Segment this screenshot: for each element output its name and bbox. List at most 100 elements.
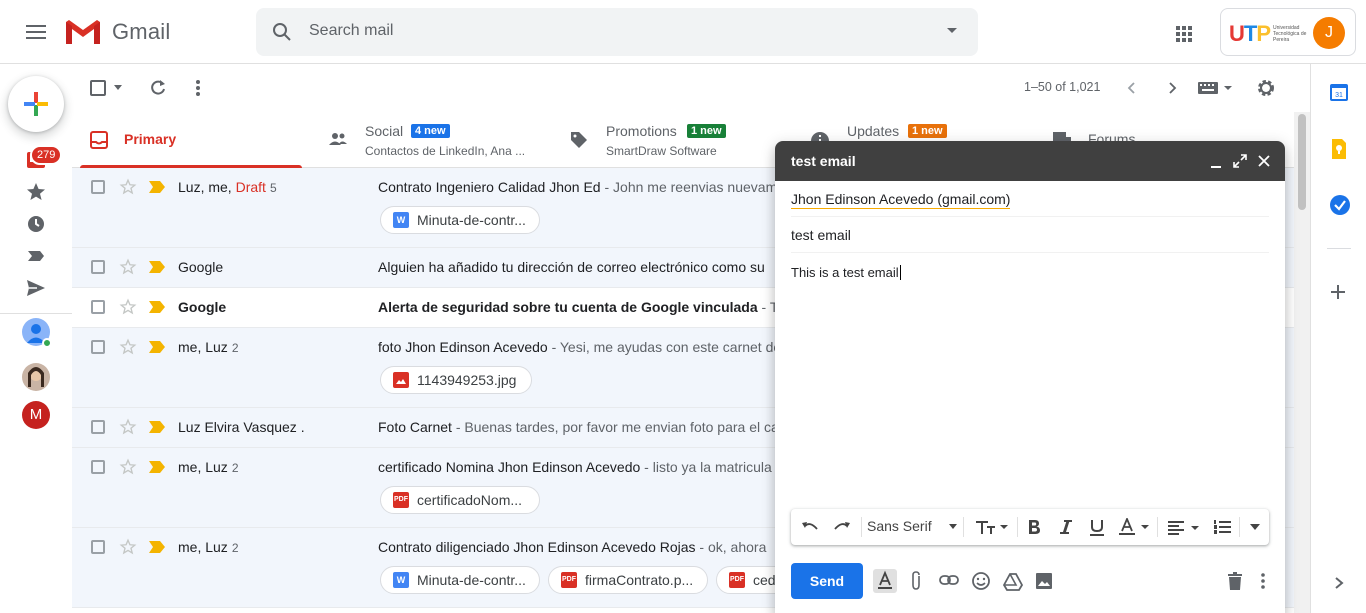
- attach-file-icon[interactable]: [909, 571, 923, 591]
- input-tools-icon[interactable]: [1198, 81, 1232, 95]
- star-icon[interactable]: [119, 418, 137, 436]
- select-all-checkbox[interactable]: [90, 80, 106, 96]
- minimize-icon[interactable]: [1209, 155, 1223, 169]
- importance-marker-icon[interactable]: [149, 301, 165, 313]
- list-scrollbar[interactable]: [1294, 112, 1310, 613]
- tab-updates-badge: 1 new: [908, 124, 947, 138]
- compose-header[interactable]: test email: [775, 141, 1285, 181]
- align-icon[interactable]: [1167, 519, 1201, 535]
- attachment-chip[interactable]: W Minuta-de-contr...: [380, 566, 540, 594]
- tab-primary[interactable]: Primary: [72, 112, 312, 168]
- keep-icon[interactable]: [1330, 138, 1348, 160]
- compose-button[interactable]: [8, 76, 64, 132]
- text-color-icon[interactable]: [1119, 518, 1151, 536]
- email-sender: Google: [178, 259, 224, 275]
- sent-icon[interactable]: [24, 276, 48, 300]
- plus-icon: [24, 92, 48, 116]
- bold-icon[interactable]: [1027, 519, 1041, 535]
- attachment-chip[interactable]: W Minuta-de-contr...: [380, 206, 540, 234]
- font-family-select[interactable]: Sans Serif: [867, 518, 932, 534]
- star-icon[interactable]: [119, 538, 137, 556]
- tab-updates-label: Updates: [847, 123, 900, 139]
- pdf-file-icon: PDF: [561, 572, 577, 588]
- more-options-icon[interactable]: [1257, 572, 1269, 590]
- importance-marker-icon[interactable]: [149, 181, 165, 193]
- subject-field[interactable]: test email: [791, 217, 1269, 253]
- redo-icon[interactable]: [833, 519, 851, 535]
- importance-marker-icon[interactable]: [149, 541, 165, 553]
- tasks-icon[interactable]: [1329, 194, 1351, 216]
- settings-gear-icon[interactable]: [1256, 78, 1276, 98]
- pagination-text: 1–50 of 1,021: [1024, 80, 1101, 94]
- gmail-logo[interactable]: Gmail: [64, 16, 170, 48]
- close-icon[interactable]: [1257, 154, 1271, 168]
- account-switcher[interactable]: UTP Universidad Tecnológica de Pereira J: [1220, 8, 1356, 56]
- insert-link-icon[interactable]: [939, 573, 959, 587]
- row-checkbox[interactable]: [91, 300, 105, 314]
- search-bar[interactable]: Search mail: [256, 8, 978, 56]
- expand-panel-icon[interactable]: [1333, 576, 1345, 590]
- star-icon[interactable]: [119, 298, 137, 316]
- recipient-field[interactable]: Jhon Edinson Acevedo (gmail.com): [791, 181, 1269, 217]
- font-dropdown-icon[interactable]: [949, 524, 957, 529]
- importance-marker-icon[interactable]: [149, 461, 165, 473]
- undo-icon[interactable]: [801, 519, 819, 535]
- scrollbar-thumb[interactable]: [1298, 114, 1306, 210]
- row-checkbox[interactable]: [91, 460, 105, 474]
- compose-title: test email: [791, 153, 856, 169]
- tab-promotions[interactable]: Promotions 1 new SmartDraw Software: [553, 112, 794, 168]
- row-checkbox[interactable]: [91, 260, 105, 274]
- star-icon[interactable]: [119, 338, 137, 356]
- hangouts-user-avatar[interactable]: [22, 318, 52, 348]
- insert-photo-icon[interactable]: [1035, 572, 1053, 590]
- importance-marker-icon[interactable]: [149, 421, 165, 433]
- recipient-chip[interactable]: Jhon Edinson Acevedo (gmail.com): [791, 191, 1011, 209]
- more-formatting-icon[interactable]: [1250, 524, 1260, 530]
- italic-icon[interactable]: [1059, 519, 1073, 535]
- message-body[interactable]: This is a test email: [791, 265, 901, 280]
- google-apps-icon[interactable]: [1170, 20, 1198, 48]
- row-checkbox[interactable]: [91, 540, 105, 554]
- side-panel: 31: [1310, 64, 1366, 613]
- numbered-list-icon[interactable]: [1213, 519, 1231, 535]
- google-drive-icon[interactable]: [1003, 573, 1023, 591]
- emoji-icon[interactable]: [971, 571, 991, 591]
- attachment-chip[interactable]: 1143949253.jpg: [380, 366, 532, 394]
- account-avatar[interactable]: J: [1313, 17, 1345, 49]
- people-icon: [328, 131, 348, 147]
- row-checkbox[interactable]: [91, 340, 105, 354]
- row-checkbox[interactable]: [91, 420, 105, 434]
- star-icon[interactable]: [119, 258, 137, 276]
- contact-letter-avatar[interactable]: M: [22, 401, 50, 429]
- search-input[interactable]: Search mail: [309, 22, 393, 40]
- send-button[interactable]: Send: [791, 563, 863, 599]
- formatting-options-icon[interactable]: [873, 569, 897, 593]
- search-icon[interactable]: [270, 20, 294, 44]
- older-page-icon[interactable]: [1164, 80, 1180, 96]
- tab-social[interactable]: Social 4 new Contactos de LinkedIn, Ana …: [312, 112, 553, 168]
- add-addon-icon[interactable]: [1330, 284, 1346, 300]
- attachment-chip[interactable]: PDF firmaContrato.p...: [548, 566, 708, 594]
- refresh-icon[interactable]: [148, 78, 168, 98]
- fullscreen-icon[interactable]: [1233, 154, 1247, 168]
- snoozed-icon[interactable]: [24, 212, 48, 236]
- starred-icon[interactable]: [24, 180, 48, 204]
- select-options-icon[interactable]: [114, 85, 122, 90]
- star-icon[interactable]: [119, 178, 137, 196]
- importance-marker-icon[interactable]: [149, 261, 165, 273]
- underline-icon[interactable]: [1089, 519, 1105, 536]
- important-icon[interactable]: [24, 244, 48, 268]
- search-options-icon[interactable]: [946, 27, 958, 35]
- more-options-icon[interactable]: [190, 78, 206, 98]
- newer-page-icon[interactable]: [1124, 80, 1140, 96]
- star-icon[interactable]: [119, 458, 137, 476]
- font-size-icon[interactable]: [975, 519, 1009, 535]
- contact-photo-avatar[interactable]: [22, 363, 50, 391]
- row-checkbox[interactable]: [91, 180, 105, 194]
- online-status-icon: [42, 338, 52, 348]
- calendar-icon[interactable]: 31: [1329, 82, 1349, 102]
- discard-draft-icon[interactable]: [1227, 572, 1243, 590]
- main-menu-icon[interactable]: [20, 16, 52, 48]
- importance-marker-icon[interactable]: [149, 341, 165, 353]
- attachment-chip[interactable]: PDF certificadoNom...: [380, 486, 540, 514]
